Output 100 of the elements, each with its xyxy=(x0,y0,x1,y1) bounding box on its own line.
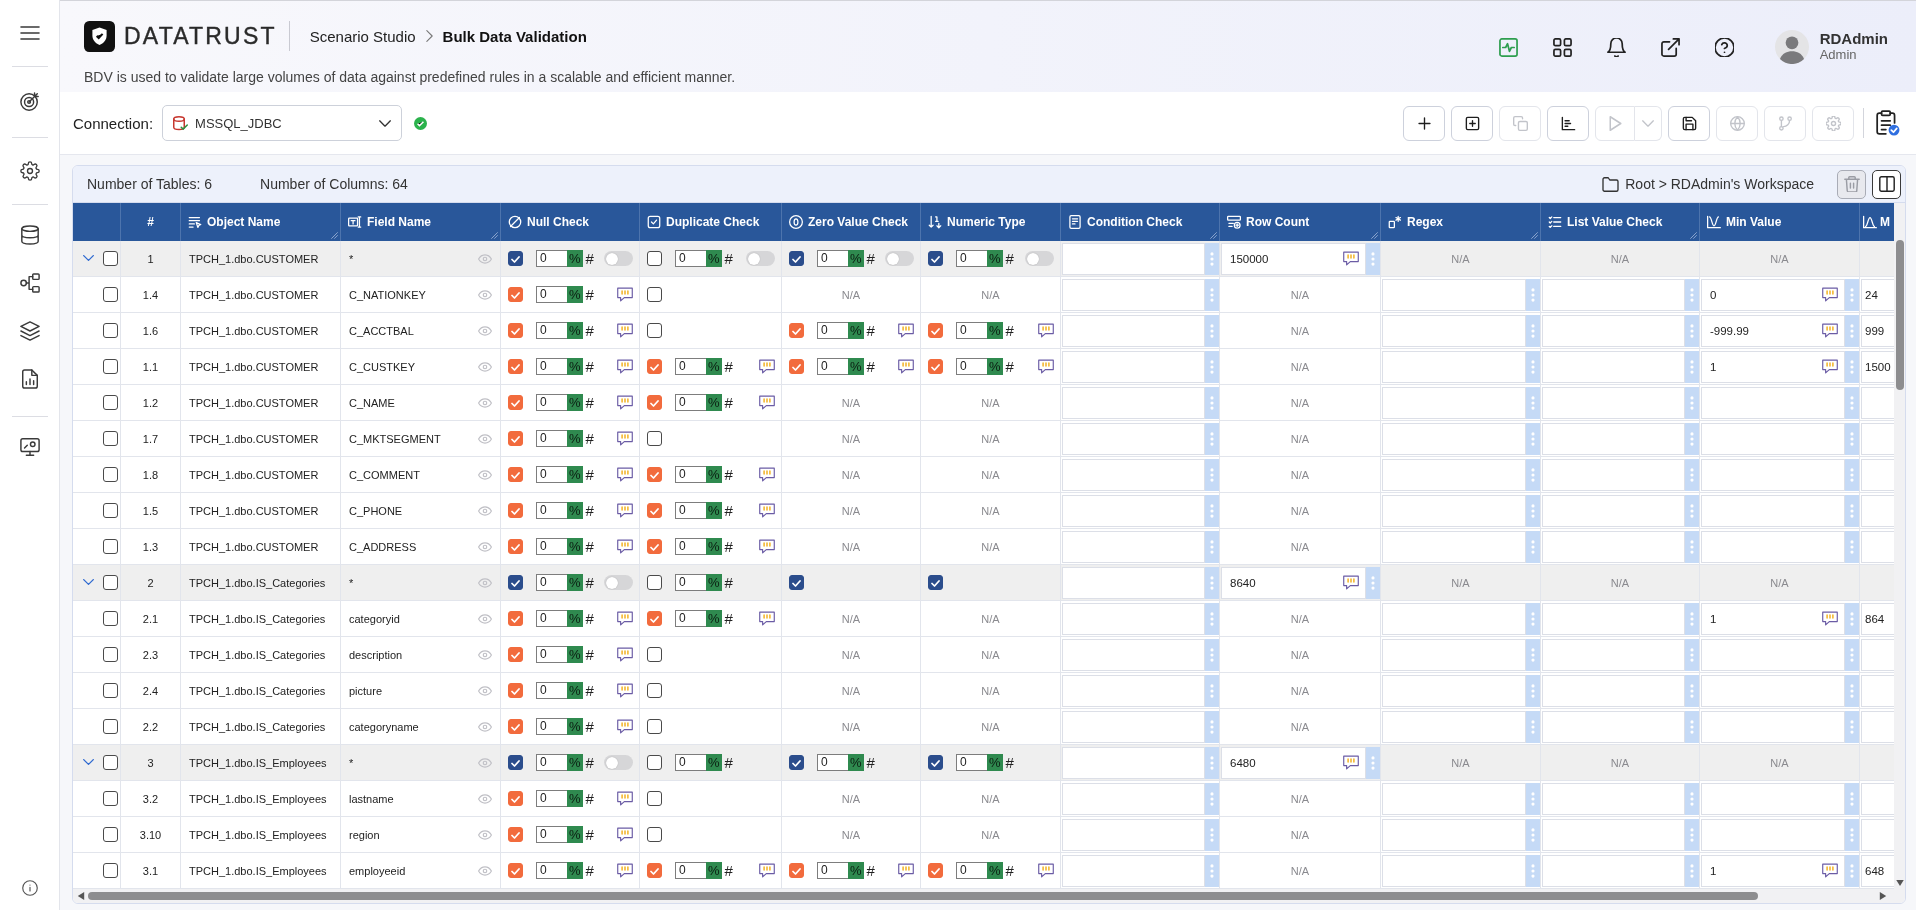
unit-option[interactable]: % xyxy=(848,322,864,339)
row-checkbox[interactable] xyxy=(103,323,118,338)
unit-option[interactable]: # xyxy=(863,862,878,879)
threshold-field[interactable]: 0 xyxy=(956,322,987,339)
more-options-button[interactable] xyxy=(1526,350,1540,383)
row-checkbox[interactable] xyxy=(103,683,118,698)
rule-input-field[interactable] xyxy=(1382,710,1526,743)
rule-input-field[interactable] xyxy=(1542,494,1685,527)
unit-option[interactable]: # xyxy=(1002,250,1017,267)
unit-option[interactable]: % xyxy=(706,610,722,627)
comment-icon[interactable] xyxy=(617,719,633,734)
more-options-button[interactable] xyxy=(1845,602,1859,635)
threshold-field[interactable]: 0 xyxy=(536,610,567,627)
value-input-field[interactable] xyxy=(1861,818,1894,851)
eye-icon[interactable] xyxy=(478,433,492,444)
toggle-switch[interactable] xyxy=(604,755,633,770)
value-input-field[interactable]: 648 xyxy=(1861,854,1894,887)
eye-icon[interactable] xyxy=(478,685,492,696)
more-options-button[interactable] xyxy=(1685,530,1699,563)
rule-checkbox[interactable] xyxy=(508,503,523,518)
more-options-button[interactable] xyxy=(1526,314,1540,347)
more-options-button[interactable] xyxy=(1685,710,1699,743)
comment-icon[interactable] xyxy=(617,827,633,842)
comment-icon[interactable] xyxy=(759,467,775,482)
rule-checkbox[interactable] xyxy=(508,863,523,878)
scroll-right-arrow-icon[interactable] xyxy=(1879,892,1887,900)
unit-option[interactable]: # xyxy=(582,718,597,735)
more-options-button[interactable] xyxy=(1685,818,1699,851)
breadcrumb-item[interactable]: Scenario Studio xyxy=(309,27,416,45)
more-options-button[interactable] xyxy=(1685,494,1699,527)
more-options-button[interactable] xyxy=(1366,242,1380,275)
comment-icon[interactable] xyxy=(1822,287,1838,302)
eye-icon[interactable] xyxy=(478,613,492,624)
resize-handle-icon[interactable] xyxy=(1371,232,1378,239)
rule-checkbox[interactable] xyxy=(508,575,523,590)
comment-icon[interactable] xyxy=(617,503,633,518)
row-checkbox[interactable] xyxy=(103,359,118,374)
rule-input-field[interactable] xyxy=(1062,458,1205,491)
save-button[interactable] xyxy=(1668,105,1710,141)
eye-icon[interactable] xyxy=(478,829,492,840)
rule-input-field[interactable] xyxy=(1701,818,1845,851)
comment-icon[interactable] xyxy=(1822,611,1838,626)
rule-checkbox[interactable] xyxy=(928,323,943,338)
eye-icon[interactable] xyxy=(478,649,492,660)
rule-input-field[interactable] xyxy=(1062,314,1205,347)
eye-icon[interactable] xyxy=(478,865,492,876)
unit-option[interactable]: % xyxy=(567,610,583,627)
threshold-field[interactable]: 0 xyxy=(956,862,987,879)
value-input-field[interactable] xyxy=(1861,710,1894,743)
value-input-field[interactable] xyxy=(1861,422,1894,455)
comment-icon[interactable] xyxy=(759,611,775,626)
rule-input-field[interactable] xyxy=(1382,818,1526,851)
unit-option[interactable]: % xyxy=(567,286,583,303)
rule-checkbox[interactable] xyxy=(508,287,523,302)
rule-input-field[interactable] xyxy=(1382,494,1526,527)
rule-input-field[interactable] xyxy=(1542,782,1685,815)
more-options-button[interactable] xyxy=(1205,278,1219,311)
bell-icon[interactable] xyxy=(1606,37,1626,57)
more-options-button[interactable] xyxy=(1526,422,1540,455)
more-options-button[interactable] xyxy=(1205,458,1219,491)
rule-input-field[interactable] xyxy=(1062,638,1205,671)
more-options-button[interactable] xyxy=(1845,674,1859,707)
comment-icon[interactable] xyxy=(617,647,633,662)
expand-chevron-icon[interactable] xyxy=(83,758,94,765)
comment-icon[interactable] xyxy=(1822,863,1838,878)
add-button[interactable] xyxy=(1403,105,1445,141)
threshold-field[interactable]: 0 xyxy=(536,466,567,483)
rule-checkbox[interactable] xyxy=(789,323,804,338)
value-input-field[interactable]: 864 xyxy=(1861,602,1894,635)
rule-checkbox[interactable] xyxy=(928,575,943,590)
threshold-field[interactable]: 0 xyxy=(817,250,848,267)
rule-checkbox[interactable] xyxy=(508,395,523,410)
more-options-button[interactable] xyxy=(1845,638,1859,671)
column-header[interactable]: # xyxy=(147,215,154,229)
eye-icon[interactable] xyxy=(478,469,492,480)
unit-option[interactable]: % xyxy=(706,358,722,375)
value-input-field[interactable]: 999 xyxy=(1861,314,1894,347)
rule-input-field[interactable] xyxy=(1062,242,1205,275)
unit-option[interactable]: % xyxy=(706,574,722,591)
threshold-field[interactable]: 0 xyxy=(536,754,567,771)
rule-checkbox[interactable] xyxy=(647,647,662,662)
rule-input-field[interactable] xyxy=(1701,674,1845,707)
threshold-field[interactable]: 0 xyxy=(675,610,706,627)
more-options-button[interactable] xyxy=(1205,350,1219,383)
unit-option[interactable]: % xyxy=(706,250,722,267)
expand-chevron-icon[interactable] xyxy=(83,578,94,585)
rule-input-field[interactable] xyxy=(1062,710,1205,743)
rule-checkbox[interactable] xyxy=(647,323,662,338)
value-input-field[interactable] xyxy=(1861,494,1894,527)
comment-icon[interactable] xyxy=(759,359,775,374)
more-options-button[interactable] xyxy=(1845,386,1859,419)
column-header[interactable]: Zero Value Check xyxy=(808,215,909,229)
rule-checkbox[interactable] xyxy=(508,359,523,374)
comment-icon[interactable] xyxy=(1038,359,1054,374)
threshold-field[interactable]: 0 xyxy=(536,538,567,555)
more-options-button[interactable] xyxy=(1845,530,1859,563)
value-input-field[interactable] xyxy=(1861,386,1894,419)
add-item-button[interactable] xyxy=(1451,105,1493,141)
unit-option[interactable]: % xyxy=(706,754,722,771)
layers-icon[interactable] xyxy=(19,321,40,341)
